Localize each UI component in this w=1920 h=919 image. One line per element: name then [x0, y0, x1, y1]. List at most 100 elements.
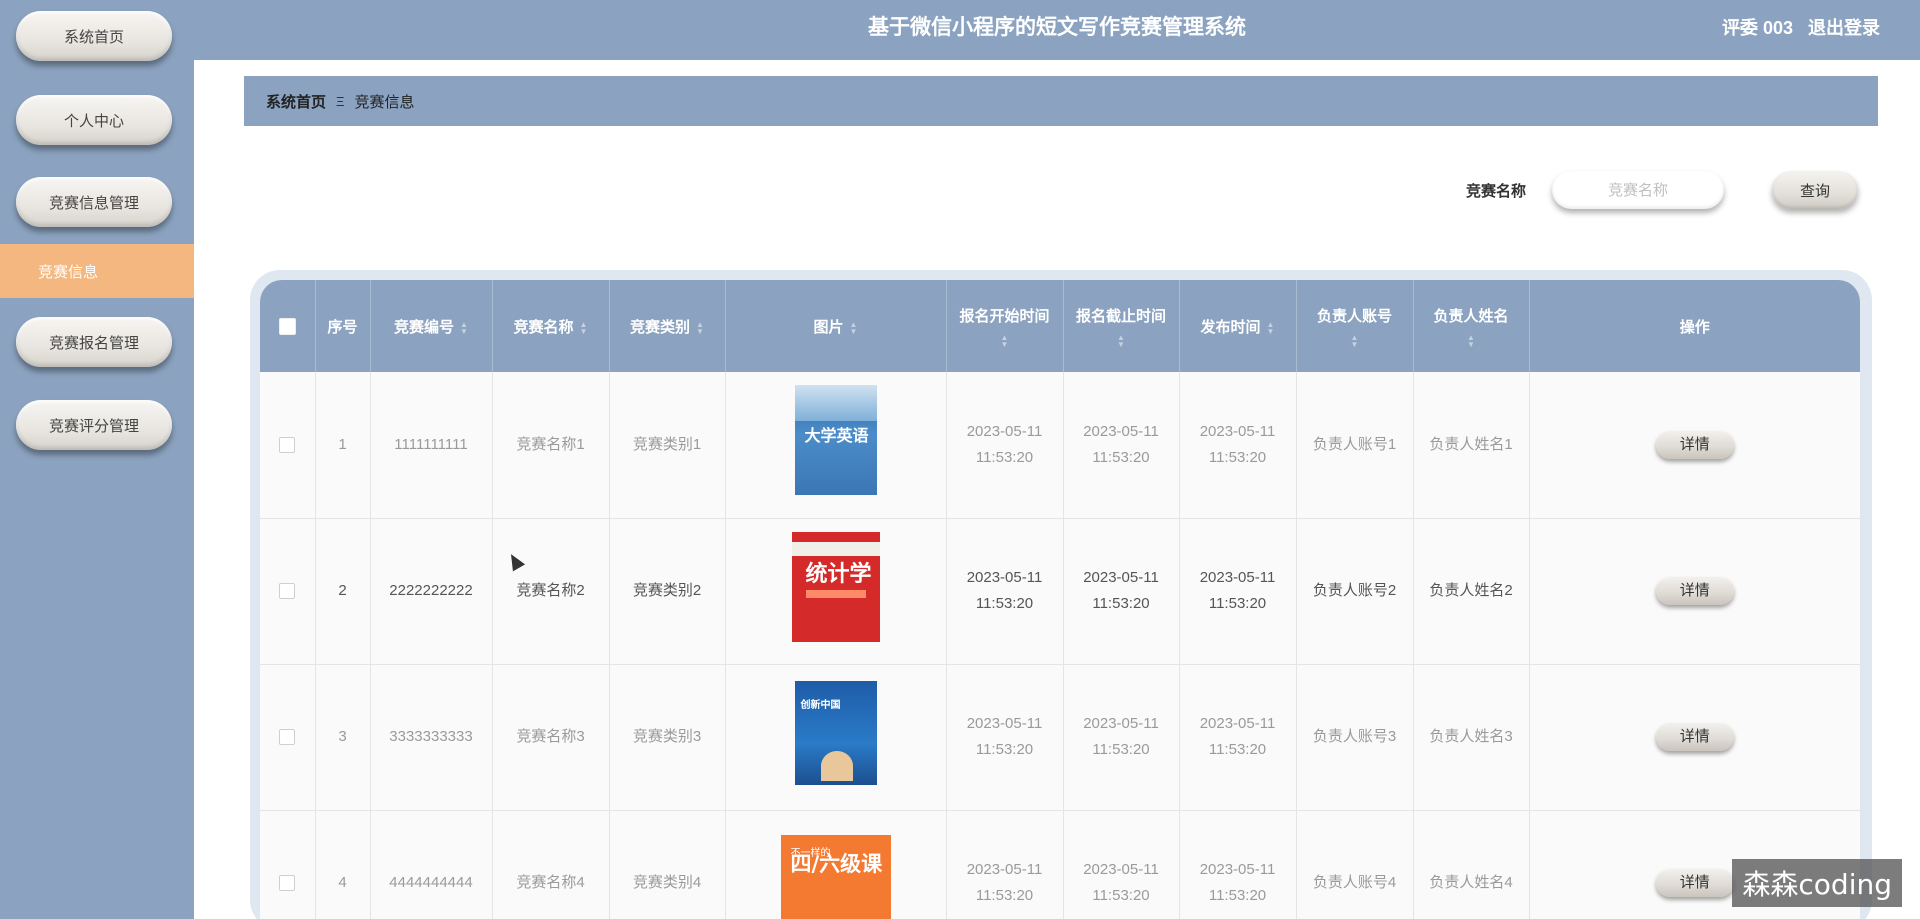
sort-icon[interactable]: ▲ ▼: [951, 333, 1059, 348]
row-select-cell: [260, 518, 316, 665]
sort-icon[interactable]: ▲ ▼: [696, 320, 704, 335]
cell-index: 4: [315, 810, 371, 919]
cell-category: 竞赛类别2: [609, 518, 726, 665]
detail-button[interactable]: 详情: [1655, 577, 1734, 605]
header-user-area: 评委 003 退出登录: [1722, 0, 1880, 56]
breadcrumb: 系统首页 Ξ 竞赛信息: [244, 76, 1878, 126]
cell-name: 竞赛名称3: [492, 664, 610, 811]
col-header-publish-time[interactable]: 发布时间 ▲ ▼: [1179, 280, 1297, 372]
cell-category: 竞赛类别1: [609, 372, 726, 519]
cell-image: 统计学: [725, 518, 947, 665]
data-table: 序号 竞赛编号 ▲ ▼ 竞赛名称 ▲ ▼ 竞赛类别 ▲ ▼ 图片 ▲ ▼ 报名开始时间 ▲ ▼ 报名…: [260, 280, 1860, 919]
cell-code: 2222222222: [370, 518, 493, 665]
cell-person: 负责人姓名1: [1413, 372, 1530, 519]
cell-image: 大学英语: [725, 372, 947, 519]
cell-image: 不一样的 四/六级课: [725, 810, 947, 919]
table-row: 2 2222222222 竞赛名称2 竞赛类别2 统计学 2023-05-11 1…: [260, 518, 1860, 665]
cell-start-time: 2023-05-11 11:53:20: [946, 664, 1064, 811]
breadcrumb-separator-icon: Ξ: [336, 93, 345, 109]
search-button[interactable]: 查询: [1772, 171, 1858, 209]
col-header-name[interactable]: 竞赛名称 ▲ ▼: [492, 280, 610, 372]
book-cover-image: 创新中国: [794, 680, 877, 785]
cell-end-time: 2023-05-11 11:53:20: [1063, 810, 1180, 919]
row-checkbox[interactable]: [279, 875, 296, 892]
cell-index: 2: [315, 518, 371, 665]
sidebar-item-home[interactable]: 系统首页: [16, 11, 172, 61]
sidebar-item-competition-info-management[interactable]: 竞赛信息管理: [16, 177, 172, 227]
sort-icon[interactable]: ▲ ▼: [1301, 333, 1409, 348]
cell-publish-time: 2023-05-11 11:53:20: [1179, 664, 1297, 811]
sidebar-item-scoring-management[interactable]: 竞赛评分管理: [16, 400, 172, 450]
cell-actions: 详情: [1529, 372, 1860, 519]
app-title: 基于微信小程序的短文写作竞赛管理系统: [868, 16, 1246, 39]
cell-publish-time: 2023-05-11 11:53:20: [1179, 518, 1297, 665]
sort-icon[interactable]: ▲ ▼: [1267, 320, 1275, 335]
cell-end-time: 2023-05-11 11:53:20: [1063, 664, 1180, 811]
col-header-code[interactable]: 竞赛编号 ▲ ▼: [370, 280, 493, 372]
row-select-cell: [260, 372, 316, 519]
select-all-checkbox[interactable]: [278, 317, 296, 335]
cell-end-time: 2023-05-11 11:53:20: [1063, 518, 1180, 665]
user-name: 评委 003: [1721, 18, 1793, 38]
sort-icon[interactable]: ▲ ▼: [850, 320, 858, 335]
table-row: 3 3333333333 竞赛名称3 竞赛类别3 创新中国 2023-05-11…: [260, 664, 1860, 811]
sort-icon[interactable]: ▲ ▼: [460, 320, 468, 335]
cell-start-time: 2023-05-11 11:53:20: [946, 518, 1064, 665]
sidebar-item-competition-info[interactable]: 竞赛信息: [0, 244, 194, 298]
cell-name: 竞赛名称1: [492, 372, 610, 519]
table-header-row: 序号 竞赛编号 ▲ ▼ 竞赛名称 ▲ ▼ 竞赛类别 ▲ ▼ 图片 ▲ ▼ 报名开始时间 ▲ ▼ 报名…: [260, 280, 1860, 372]
sort-icon[interactable]: ▲ ▼: [580, 320, 588, 335]
row-checkbox[interactable]: [279, 583, 296, 600]
table-row: 4 4444444444 竞赛名称4 竞赛类别4 不一样的 四/六级课 2023-…: [260, 810, 1860, 919]
col-header-end-time[interactable]: 报名截止时间 ▲ ▼: [1063, 280, 1180, 372]
search-label: 竞赛名称: [1466, 183, 1527, 200]
cell-person: 负责人姓名2: [1413, 518, 1530, 665]
cell-start-time: 2023-05-11 11:53:20: [946, 810, 1064, 919]
cell-name: 竞赛名称4: [492, 810, 610, 919]
col-header-account[interactable]: 负责人账号 ▲ ▼: [1296, 280, 1414, 372]
col-header-category[interactable]: 竞赛类别 ▲ ▼: [609, 280, 726, 372]
detail-button[interactable]: 详情: [1655, 869, 1734, 897]
cell-person: 负责人姓名4: [1413, 810, 1530, 919]
logout-link[interactable]: 退出登录: [1808, 18, 1880, 38]
cell-person: 负责人姓名3: [1413, 664, 1530, 811]
watermark: 森森coding: [1732, 859, 1902, 907]
col-header-person[interactable]: 负责人姓名 ▲ ▼: [1413, 280, 1530, 372]
cell-category: 竞赛类别3: [609, 664, 726, 811]
book-cover-image: 统计学: [791, 531, 880, 642]
row-select-cell: [260, 810, 316, 919]
row-checkbox[interactable]: [279, 729, 296, 746]
cell-name: 竞赛名称2: [492, 518, 610, 665]
cell-end-time: 2023-05-11 11:53:20: [1063, 372, 1180, 519]
breadcrumb-home[interactable]: 系统首页: [266, 91, 326, 112]
col-header-actions: 操作: [1529, 280, 1860, 372]
col-header-start-time[interactable]: 报名开始时间 ▲ ▼: [946, 280, 1064, 372]
cell-code: 1111111111: [370, 372, 493, 519]
cell-code: 3333333333: [370, 664, 493, 811]
book-cover-image: 大学英语: [794, 385, 877, 496]
detail-button[interactable]: 详情: [1655, 723, 1734, 751]
cell-image: 创新中国: [725, 664, 947, 811]
search-input[interactable]: [1552, 171, 1724, 209]
cell-actions: 详情: [1529, 664, 1860, 811]
cell-code: 4444444444: [370, 810, 493, 919]
cell-account: 负责人账号3: [1296, 664, 1414, 811]
row-checkbox[interactable]: [279, 436, 296, 453]
cell-actions: 详情: [1529, 518, 1860, 665]
cell-index: 3: [315, 664, 371, 811]
book-cover-image: 不一样的 四/六级课: [780, 834, 891, 919]
cell-publish-time: 2023-05-11 11:53:20: [1179, 810, 1297, 919]
cell-account: 负责人账号4: [1296, 810, 1414, 919]
data-table-container: 序号 竞赛编号 ▲ ▼ 竞赛名称 ▲ ▼ 竞赛类别 ▲ ▼ 图片 ▲ ▼ 报名开始时间 ▲ ▼ 报名…: [260, 280, 1860, 919]
col-header-image[interactable]: 图片 ▲ ▼: [725, 280, 947, 372]
sidebar-item-personal-center[interactable]: 个人中心: [16, 95, 172, 145]
sort-icon[interactable]: ▲ ▼: [1068, 333, 1175, 348]
breadcrumb-current: 竞赛信息: [354, 93, 415, 111]
sidebar: 系统首页 个人中心 竞赛信息管理 竞赛信息 竞赛报名管理 竞赛评分管理: [0, 0, 194, 919]
sort-icon[interactable]: ▲ ▼: [1418, 333, 1525, 348]
row-select-cell: [260, 664, 316, 811]
detail-button[interactable]: 详情: [1655, 430, 1734, 459]
select-all-cell: [260, 280, 316, 372]
sidebar-item-registration-management[interactable]: 竞赛报名管理: [16, 317, 172, 367]
col-header-index: 序号: [315, 280, 371, 372]
